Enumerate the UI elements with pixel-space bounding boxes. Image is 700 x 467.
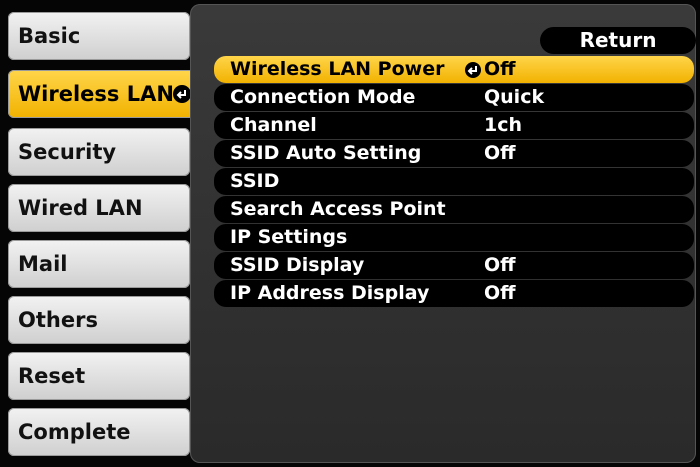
- menu-item-connection-mode[interactable]: Connection Mode Quick: [214, 84, 694, 111]
- menu-item-label: IP Address Display: [230, 282, 430, 304]
- menu-item-value: Off: [484, 282, 516, 304]
- menu-item-label: Wireless LAN Power: [230, 58, 445, 80]
- sidebar-item-label: Complete: [18, 420, 131, 444]
- menu-item-ssid[interactable]: SSID: [214, 168, 694, 195]
- menu-item-value: Quick: [484, 86, 545, 108]
- menu-item-label: IP Settings: [230, 226, 348, 248]
- enter-icon: [465, 62, 481, 78]
- sidebar-item-mail[interactable]: Mail: [8, 240, 190, 288]
- sidebar-item-basic[interactable]: Basic: [8, 12, 190, 60]
- menu-item-value: Off: [484, 254, 516, 276]
- menu-item-label: Channel: [230, 114, 317, 136]
- menu-item-ip-settings[interactable]: IP Settings: [214, 224, 694, 251]
- projector-network-menu: Basic Wireless LAN Security Wired LAN Ma…: [0, 0, 700, 467]
- menu-item-label: SSID Display: [230, 254, 365, 276]
- enter-icon: [173, 85, 191, 103]
- sidebar-item-wireless-lan[interactable]: Wireless LAN: [8, 70, 198, 118]
- menu-item-ip-address-display[interactable]: IP Address Display Off: [214, 280, 694, 307]
- sidebar-item-label: Others: [18, 308, 98, 332]
- sidebar-item-label: Wired LAN: [18, 196, 143, 220]
- menu-item-label: Search Access Point: [230, 198, 446, 220]
- menu-item-value: Off: [484, 142, 516, 164]
- menu-item-search-access-point[interactable]: Search Access Point: [214, 196, 694, 223]
- menu-item-ssid-auto-setting[interactable]: SSID Auto Setting Off: [214, 140, 694, 167]
- sidebar-item-reset[interactable]: Reset: [8, 352, 190, 400]
- sidebar-item-label: Wireless LAN: [18, 82, 174, 106]
- menu-item-label: Connection Mode: [230, 86, 416, 108]
- sidebar-item-label: Basic: [18, 24, 81, 48]
- menu-item-channel[interactable]: Channel 1ch: [214, 112, 694, 139]
- sidebar-item-label: Reset: [18, 364, 86, 388]
- return-button[interactable]: Return: [540, 27, 696, 54]
- menu-item-wireless-lan-power[interactable]: Wireless LAN Power Off: [214, 56, 694, 83]
- sidebar-item-label: Mail: [18, 252, 68, 276]
- sidebar-item-complete[interactable]: Complete: [8, 408, 190, 456]
- sidebar-item-wired-lan[interactable]: Wired LAN: [8, 184, 190, 232]
- menu-item-ssid-display[interactable]: SSID Display Off: [214, 252, 694, 279]
- sidebar-item-label: Security: [18, 140, 117, 164]
- sidebar-item-security[interactable]: Security: [8, 128, 190, 176]
- menu-item-label: SSID: [230, 170, 280, 192]
- menu-item-label: SSID Auto Setting: [230, 142, 422, 164]
- sidebar-item-others[interactable]: Others: [8, 296, 190, 344]
- menu-item-value: Off: [484, 58, 516, 80]
- menu-item-value: 1ch: [484, 114, 523, 136]
